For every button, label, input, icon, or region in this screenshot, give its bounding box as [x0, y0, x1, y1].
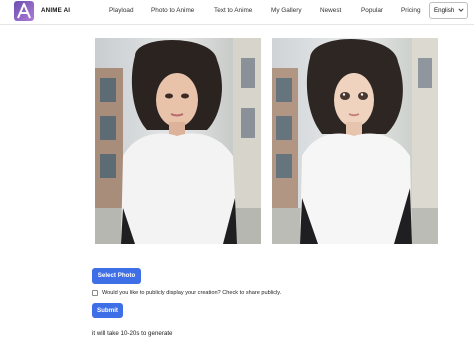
chevron-down-icon [458, 8, 464, 12]
nav-pricing[interactable]: Pricing [401, 7, 421, 14]
generation-time-note: it will take 10-20s to generate [92, 330, 173, 337]
share-publicly-checkbox[interactable] [92, 290, 98, 296]
anime-result-photo [272, 38, 438, 244]
submit-button[interactable]: Submit [92, 303, 123, 318]
original-photo [95, 38, 261, 244]
nav-newest[interactable]: Newest [320, 7, 341, 14]
language-selected: English [434, 7, 455, 14]
nav-playload[interactable]: Playload [109, 7, 134, 14]
anime-ai-logo-icon[interactable] [14, 1, 34, 21]
nav-popular[interactable]: Popular [361, 7, 383, 14]
select-photo-button[interactable]: Select Photo [92, 268, 141, 284]
language-select[interactable]: English [429, 2, 468, 19]
nav-text-to-anime[interactable]: Text to Anime [214, 7, 252, 14]
nav-photo-to-anime[interactable]: Photo to Anime [151, 7, 194, 14]
top-navbar: ANIME AI Playload Photo to Anime Text to… [0, 0, 474, 25]
brand-name[interactable]: ANIME AI [41, 7, 70, 14]
nav-my-gallery[interactable]: My Gallery [271, 7, 302, 14]
share-publicly-label: Would you like to publicly display your … [102, 290, 282, 296]
